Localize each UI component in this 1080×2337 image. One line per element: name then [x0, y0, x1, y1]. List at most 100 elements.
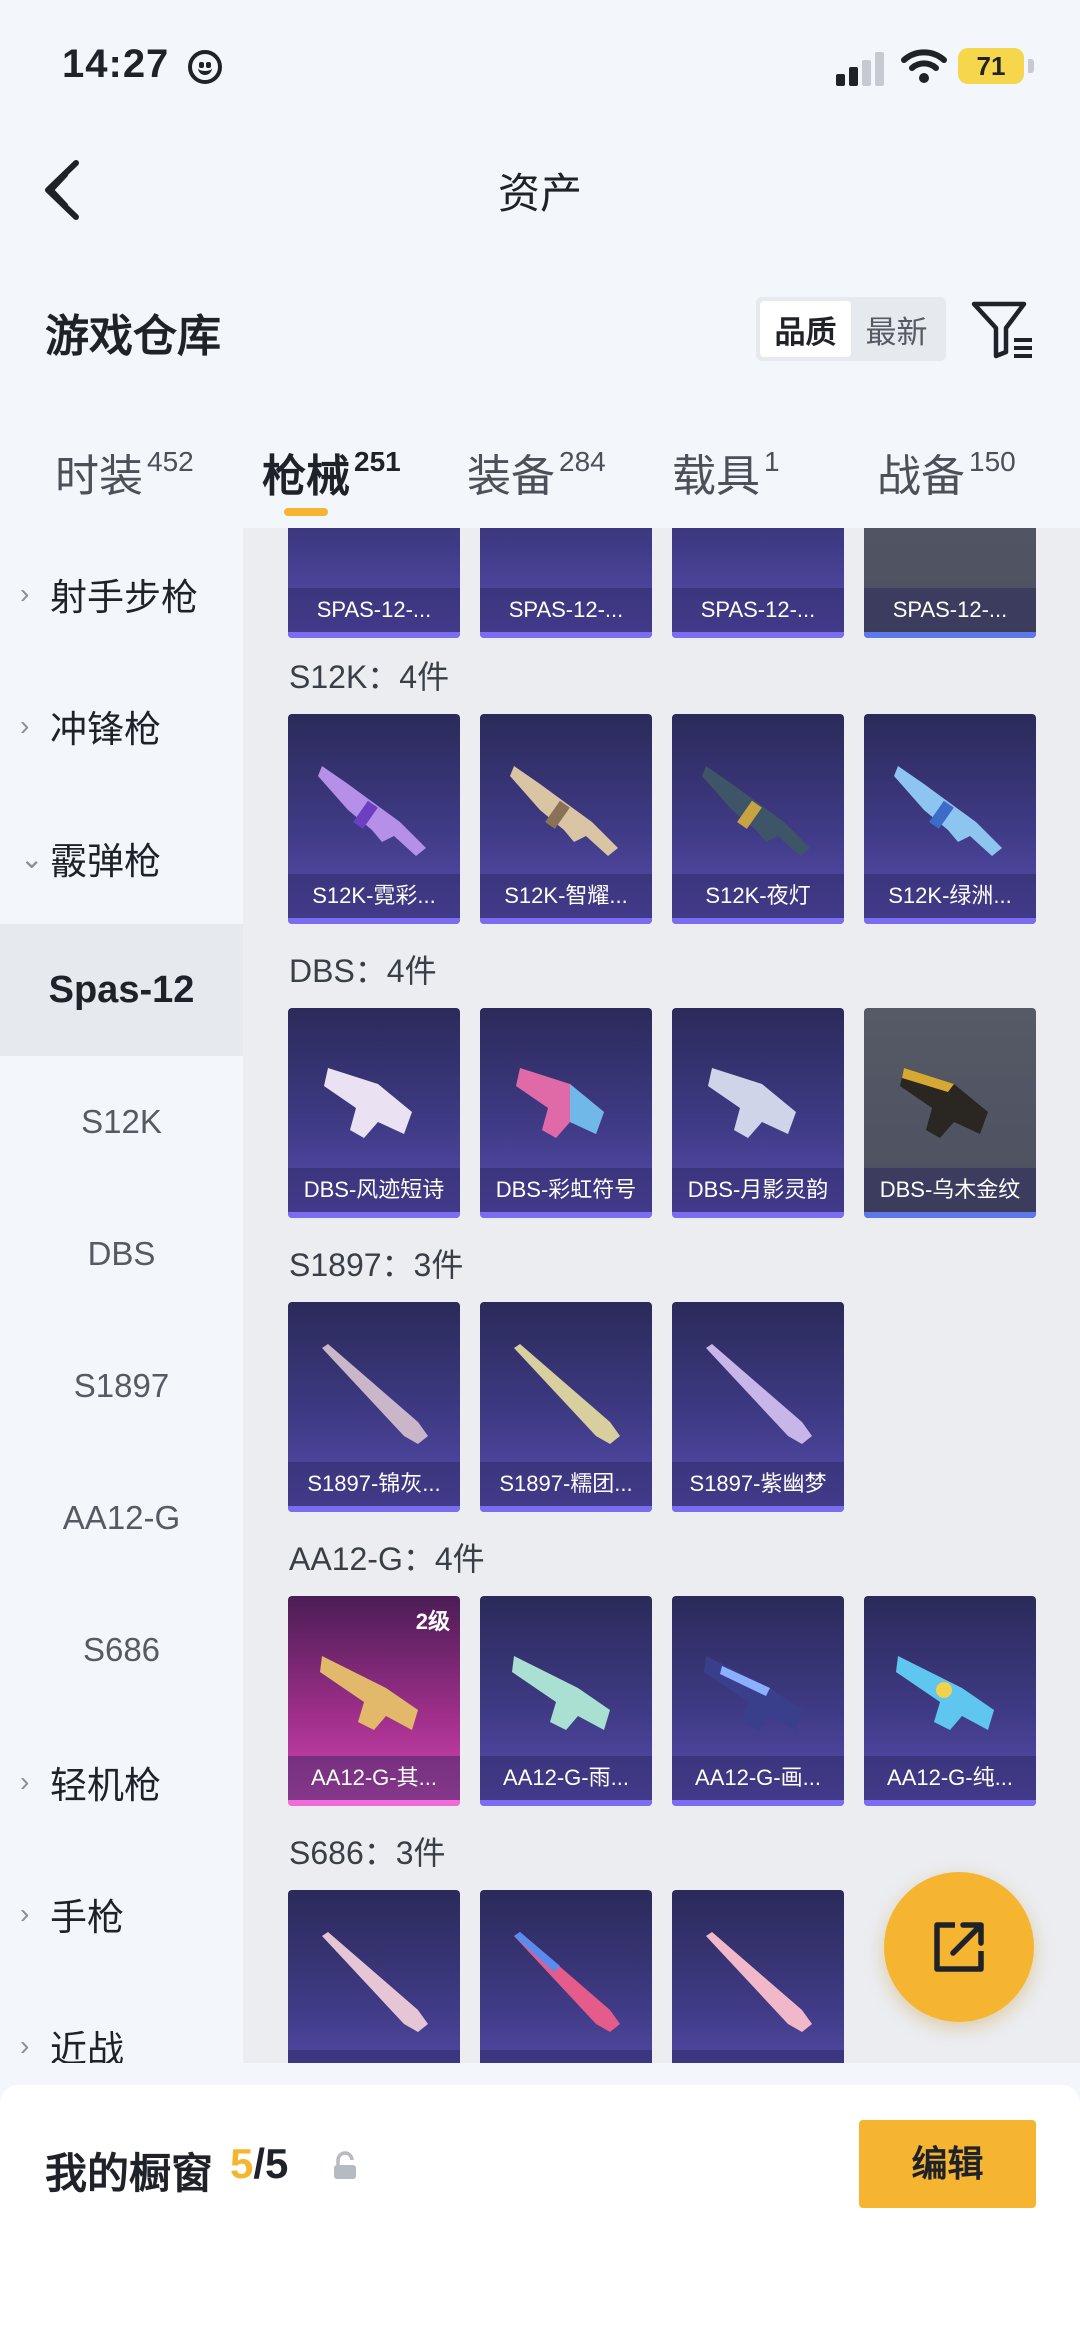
wifi-icon: [901, 49, 947, 83]
weapon-card[interactable]: AA12-G-雨...: [480, 1596, 652, 1806]
weapon-name: AA12-G-雨...: [480, 1756, 652, 1800]
weapon-card[interactable]: DBS-乌木金纹: [864, 1008, 1036, 1218]
weapon-name: SPAS-12-...: [864, 588, 1036, 632]
share-fab[interactable]: [884, 1872, 1034, 2022]
weapon-card[interactable]: AA12-G-画...: [672, 1596, 844, 1806]
weapon-name: S12K-夜灯: [672, 874, 844, 918]
sidebar-sub-aa12g[interactable]: AA12-G: [0, 1452, 243, 1584]
weapon-card[interactable]: S12K-智耀...: [480, 714, 652, 924]
sidebar-item-lmg[interactable]: › 轻机枪: [0, 1716, 243, 1848]
weapon-image: [708, 1068, 796, 1138]
weapon-name: S1897-紫幽梦: [672, 1462, 844, 1506]
weapon-card[interactable]: DBS-彩虹符号: [480, 1008, 652, 1218]
weapon-card[interactable]: S12K-绿洲...: [864, 714, 1036, 924]
share-icon: [934, 1922, 984, 1972]
sidebar-item-smg[interactable]: › 冲锋枪: [0, 660, 243, 792]
weapon-name: AA12-G-其...: [288, 1756, 460, 1800]
warehouse-title: 游戏仓库: [45, 312, 221, 361]
weapon-card[interactable]: DBS-月影灵韵: [672, 1008, 844, 1218]
weapon-name: DBS-风迹短诗: [288, 1168, 460, 1212]
group-title-s1897: S1897：3件: [289, 1247, 464, 1283]
weapon-name: DBS-乌木金纹: [864, 1168, 1036, 1212]
chevron-right-icon: ›: [20, 1766, 30, 1797]
weapon-card[interactable]: AA12-G-纯...: [864, 1596, 1036, 1806]
weapon-image: [512, 1656, 610, 1730]
weapon-card[interactable]: 2级 AA12-G-其...: [288, 1596, 460, 1806]
status-time: 14:27: [62, 42, 170, 86]
sort-toggle[interactable]: 品质 最新: [756, 297, 946, 361]
tab-tactical[interactable]: 战备 150: [877, 440, 1016, 504]
weapon-sidebar: › 射手步枪 › 冲锋枪 ⌄ 霰弹枪 Spas-12 S12K DBS S1897 A…: [0, 528, 243, 2063]
weapon-image: [514, 1932, 620, 2032]
weapon-card[interactable]: S1897-锦灰...: [288, 1302, 460, 1512]
lock-icon: [334, 2151, 356, 2179]
showcase-count: 5/5: [230, 2140, 289, 2187]
weapon-image: [516, 1068, 604, 1138]
weapon-image: [318, 766, 426, 856]
smiley-icon: [188, 50, 222, 84]
tab-indicator: [284, 508, 328, 516]
sidebar-sub-s1897[interactable]: S1897: [0, 1320, 243, 1452]
weapon-card[interactable]: S1897-糯团...: [480, 1302, 652, 1512]
weapon-name: SPAS-12-...: [288, 588, 460, 632]
group-title-dbs: DBS：4件: [289, 953, 437, 989]
weapon-card[interactable]: SPAS-12-...: [480, 528, 652, 638]
edit-button[interactable]: 编辑: [859, 2120, 1036, 2208]
weapon-image: [702, 766, 810, 856]
weapon-name: SPAS-12-...: [672, 588, 844, 632]
weapon-name: [480, 2050, 652, 2063]
battery-tip: [1028, 59, 1034, 73]
sidebar-item-marksman-rifle[interactable]: › 射手步枪: [0, 528, 243, 660]
sort-by-newest[interactable]: 最新: [851, 301, 942, 357]
weapon-card[interactable]: S12K-夜灯: [672, 714, 844, 924]
weapon-card[interactable]: DBS-风迹短诗: [288, 1008, 460, 1218]
weapon-name: [672, 2050, 844, 2063]
weapon-image: [510, 766, 618, 856]
group-title-s686: S686：3件: [289, 1835, 446, 1871]
weapon-card[interactable]: SPAS-12-...: [288, 528, 460, 638]
weapon-image: [706, 1932, 812, 2032]
chevron-down-icon: ⌄: [20, 842, 44, 874]
weapon-card[interactable]: S1897-紫幽梦: [672, 1302, 844, 1512]
tab-equipment[interactable]: 装备 284: [467, 440, 606, 504]
sort-by-quality[interactable]: 品质: [760, 301, 851, 357]
weapon-name: S12K-绿洲...: [864, 874, 1036, 918]
weapon-name: S1897-锦灰...: [288, 1462, 460, 1506]
group-title-aa12g: AA12-G：4件: [289, 1541, 485, 1577]
showcase-label: 我的橱窗: [45, 2150, 214, 2197]
signal-icon: [836, 52, 886, 86]
sidebar-sub-dbs[interactable]: DBS: [0, 1188, 243, 1320]
chevron-right-icon: ›: [20, 1898, 30, 1929]
tab-vehicles[interactable]: 载具 1: [672, 440, 780, 504]
weapon-image: [322, 1932, 428, 2032]
sidebar-sub-s12k[interactable]: S12K: [0, 1056, 243, 1188]
page-title: 资产: [497, 170, 582, 217]
sidebar-item-pistol[interactable]: › 手枪: [0, 1848, 243, 1980]
showcase-bar: 我的橱窗 5/5 编辑: [0, 2085, 1080, 2337]
tab-fashion[interactable]: 时装 452: [55, 440, 194, 504]
weapon-card[interactable]: [672, 1890, 844, 2063]
weapon-image: [322, 1344, 428, 1444]
weapon-name: DBS-月影灵韵: [672, 1168, 844, 1212]
weapon-card[interactable]: SPAS-12-...: [672, 528, 844, 638]
weapon-grid: SPAS-12-... SPAS-12-... SPAS-12-... SPAS…: [243, 528, 1080, 2063]
weapon-image: [320, 1656, 418, 1730]
weapon-name: S12K-智耀...: [480, 874, 652, 918]
chevron-right-icon: ›: [20, 710, 30, 741]
weapon-name: AA12-G-纯...: [864, 1756, 1036, 1800]
weapon-name: S1897-糯团...: [480, 1462, 652, 1506]
weapon-name: SPAS-12-...: [480, 588, 652, 632]
sidebar-item-shotgun[interactable]: ⌄ 霰弹枪: [0, 792, 243, 924]
sidebar-item-melee[interactable]: › 近战: [0, 1980, 243, 2063]
weapon-card[interactable]: S12K-霓彩...: [288, 714, 460, 924]
weapon-card[interactable]: [288, 1890, 460, 2063]
sidebar-sub-spas12[interactable]: Spas-12: [0, 924, 243, 1056]
weapon-name: DBS-彩虹符号: [480, 1168, 652, 1212]
sidebar-sub-s686[interactable]: S686: [0, 1584, 243, 1716]
weapon-card[interactable]: [480, 1890, 652, 2063]
weapon-image: [896, 1656, 994, 1730]
filter-icon[interactable]: [970, 298, 1036, 360]
weapon-image: [704, 1656, 802, 1730]
weapon-card[interactable]: SPAS-12-...: [864, 528, 1036, 638]
tab-firearms[interactable]: 枪械 251: [262, 440, 401, 504]
